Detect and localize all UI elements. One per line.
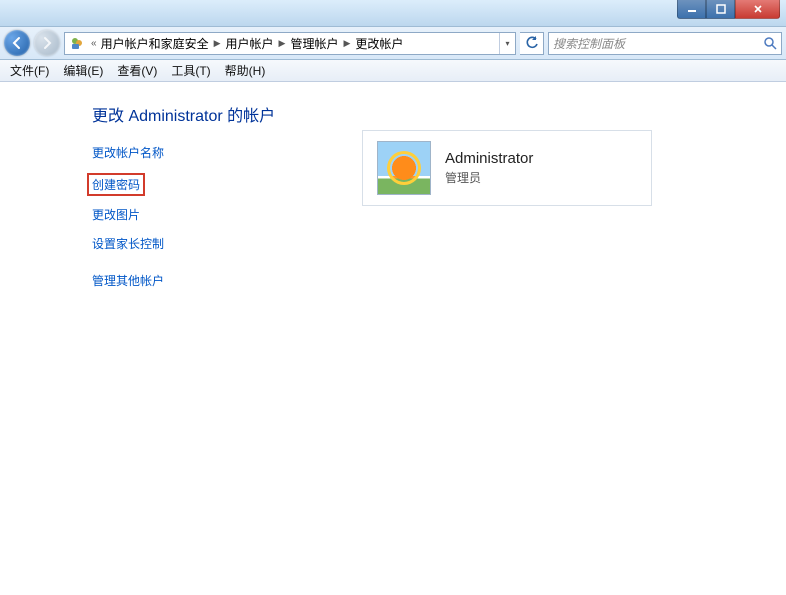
menu-help[interactable]: 帮助(H) <box>219 60 272 81</box>
task-create-password[interactable]: 创建密码 <box>87 173 145 196</box>
breadcrumb-item[interactable]: 管理帐户 <box>288 35 340 52</box>
close-icon <box>753 4 763 14</box>
arrow-right-icon <box>40 36 54 50</box>
account-name: Administrator <box>445 150 533 167</box>
address-dropdown[interactable]: ▾ <box>499 33 515 54</box>
refresh-button[interactable] <box>520 32 544 55</box>
address-bar[interactable]: « 用户帐户和家庭安全 ▶ 用户帐户 ▶ 管理帐户 ▶ 更改帐户 ▾ <box>64 32 516 55</box>
breadcrumb-prefix: « <box>89 38 99 49</box>
chevron-right-icon[interactable]: ▶ <box>340 38 353 49</box>
account-info: Administrator 管理员 <box>445 150 533 186</box>
arrow-left-icon <box>10 36 24 50</box>
task-parental-controls[interactable]: 设置家长控制 <box>92 235 164 252</box>
menu-file[interactable]: 文件(F) <box>4 60 55 81</box>
search-input[interactable]: 搜索控制面板 <box>548 32 782 55</box>
minimize-button[interactable] <box>677 0 706 19</box>
back-button[interactable] <box>4 30 30 56</box>
breadcrumb-item[interactable]: 更改帐户 <box>353 35 405 52</box>
maximize-button[interactable] <box>706 0 735 19</box>
page-title: 更改 Administrator 的帐户 <box>92 102 362 126</box>
chevron-right-icon[interactable]: ▶ <box>276 38 289 49</box>
menu-bar: 文件(F) 编辑(E) 查看(V) 工具(T) 帮助(H) <box>0 60 786 82</box>
breadcrumb-item[interactable]: 用户帐户 <box>224 35 276 52</box>
minimize-icon <box>687 4 697 14</box>
window-controls <box>677 0 780 19</box>
task-manage-other[interactable]: 管理其他帐户 <box>92 272 164 289</box>
task-change-picture[interactable]: 更改图片 <box>92 206 140 223</box>
search-placeholder: 搜索控制面板 <box>553 35 763 52</box>
close-button[interactable] <box>735 0 780 19</box>
menu-tools[interactable]: 工具(T) <box>165 60 216 81</box>
account-type: 管理员 <box>445 169 533 186</box>
chevron-right-icon[interactable]: ▶ <box>211 38 224 49</box>
user-accounts-icon <box>67 33 87 53</box>
menu-view[interactable]: 查看(V) <box>111 60 163 81</box>
maximize-icon <box>716 4 726 14</box>
account-picture <box>377 141 431 195</box>
refresh-icon <box>525 36 539 50</box>
navigation-bar: « 用户帐户和家庭安全 ▶ 用户帐户 ▶ 管理帐户 ▶ 更改帐户 ▾ 搜索控制面… <box>0 27 786 60</box>
content-area: 更改 Administrator 的帐户 更改帐户名称 创建密码 更改图片 设置… <box>0 82 786 321</box>
account-card: Administrator 管理员 <box>362 130 652 206</box>
window-titlebar <box>0 0 786 27</box>
forward-button[interactable] <box>34 30 60 56</box>
search-icon <box>763 36 777 50</box>
task-panel: 更改 Administrator 的帐户 更改帐户名称 创建密码 更改图片 设置… <box>22 102 362 301</box>
breadcrumb-item[interactable]: 用户帐户和家庭安全 <box>99 35 211 52</box>
task-change-name[interactable]: 更改帐户名称 <box>92 144 164 161</box>
account-panel: Administrator 管理员 <box>362 102 652 301</box>
menu-edit[interactable]: 编辑(E) <box>57 60 109 81</box>
